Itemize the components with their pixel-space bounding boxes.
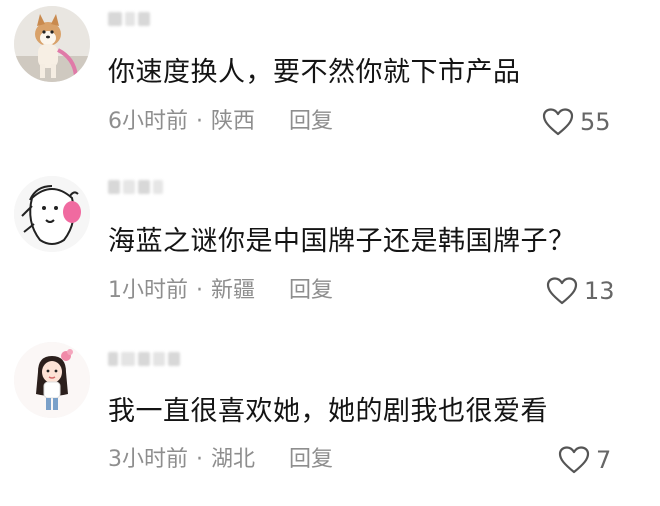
- heart-icon: [558, 446, 590, 474]
- comment-meta: 1小时前 · 新疆 回复: [108, 277, 333, 305]
- avatar[interactable]: [14, 6, 90, 82]
- comment-time: 3小时前: [108, 447, 188, 472]
- comment-time: 1小时前: [108, 278, 188, 303]
- reply-button[interactable]: 回复: [289, 447, 333, 472]
- comment-time: 6小时前: [108, 109, 188, 134]
- comment-text: 我一直很喜欢她，她的剧我也很爱看: [108, 396, 548, 427]
- username-redacted[interactable]: [108, 350, 180, 368]
- username-redacted[interactable]: [108, 10, 150, 28]
- comment-text: 海蓝之谜你是中国牌子还是韩国牌子？: [108, 226, 576, 257]
- cartoon-face-icon: [14, 176, 90, 252]
- comment-item: 我一直很喜欢她，她的剧我也很爱看 3小时前 · 湖北 回复 7: [0, 338, 660, 506]
- like-button[interactable]: 13: [546, 277, 615, 305]
- comment-item: 海蓝之谜你是中国牌子还是韩国牌子？ 1小时前 · 新疆 回复 13: [0, 170, 660, 330]
- like-count: 13: [584, 277, 615, 305]
- meta-separator: ·: [196, 109, 203, 134]
- meta-separator: ·: [196, 278, 203, 303]
- reply-button[interactable]: 回复: [289, 278, 333, 303]
- like-button[interactable]: 7: [558, 446, 611, 474]
- username-redacted[interactable]: [108, 178, 163, 196]
- like-count: 55: [580, 108, 611, 136]
- comment-location: 新疆: [211, 278, 256, 303]
- heart-icon: [546, 277, 578, 305]
- like-count: 7: [596, 446, 612, 474]
- avatar[interactable]: [14, 342, 90, 418]
- comment-meta: 6小时前 · 陕西 回复: [108, 108, 333, 136]
- comment-location: 陕西: [211, 109, 256, 134]
- heart-icon: [542, 108, 574, 136]
- comment-text: 你速度换人，要不然你就下市产品: [108, 57, 521, 88]
- girl-illustration-icon: [14, 342, 90, 418]
- shiba-dog-icon: [14, 6, 90, 82]
- meta-separator: ·: [196, 447, 203, 472]
- like-button[interactable]: 55: [542, 108, 611, 136]
- comment-item: 你速度换人，要不然你就下市产品 6小时前 · 陕西 回复 55: [0, 0, 660, 160]
- comment-location: 湖北: [211, 447, 256, 472]
- reply-button[interactable]: 回复: [289, 109, 333, 134]
- comment-meta: 3小时前 · 湖北 回复: [108, 446, 333, 474]
- avatar[interactable]: [14, 176, 90, 252]
